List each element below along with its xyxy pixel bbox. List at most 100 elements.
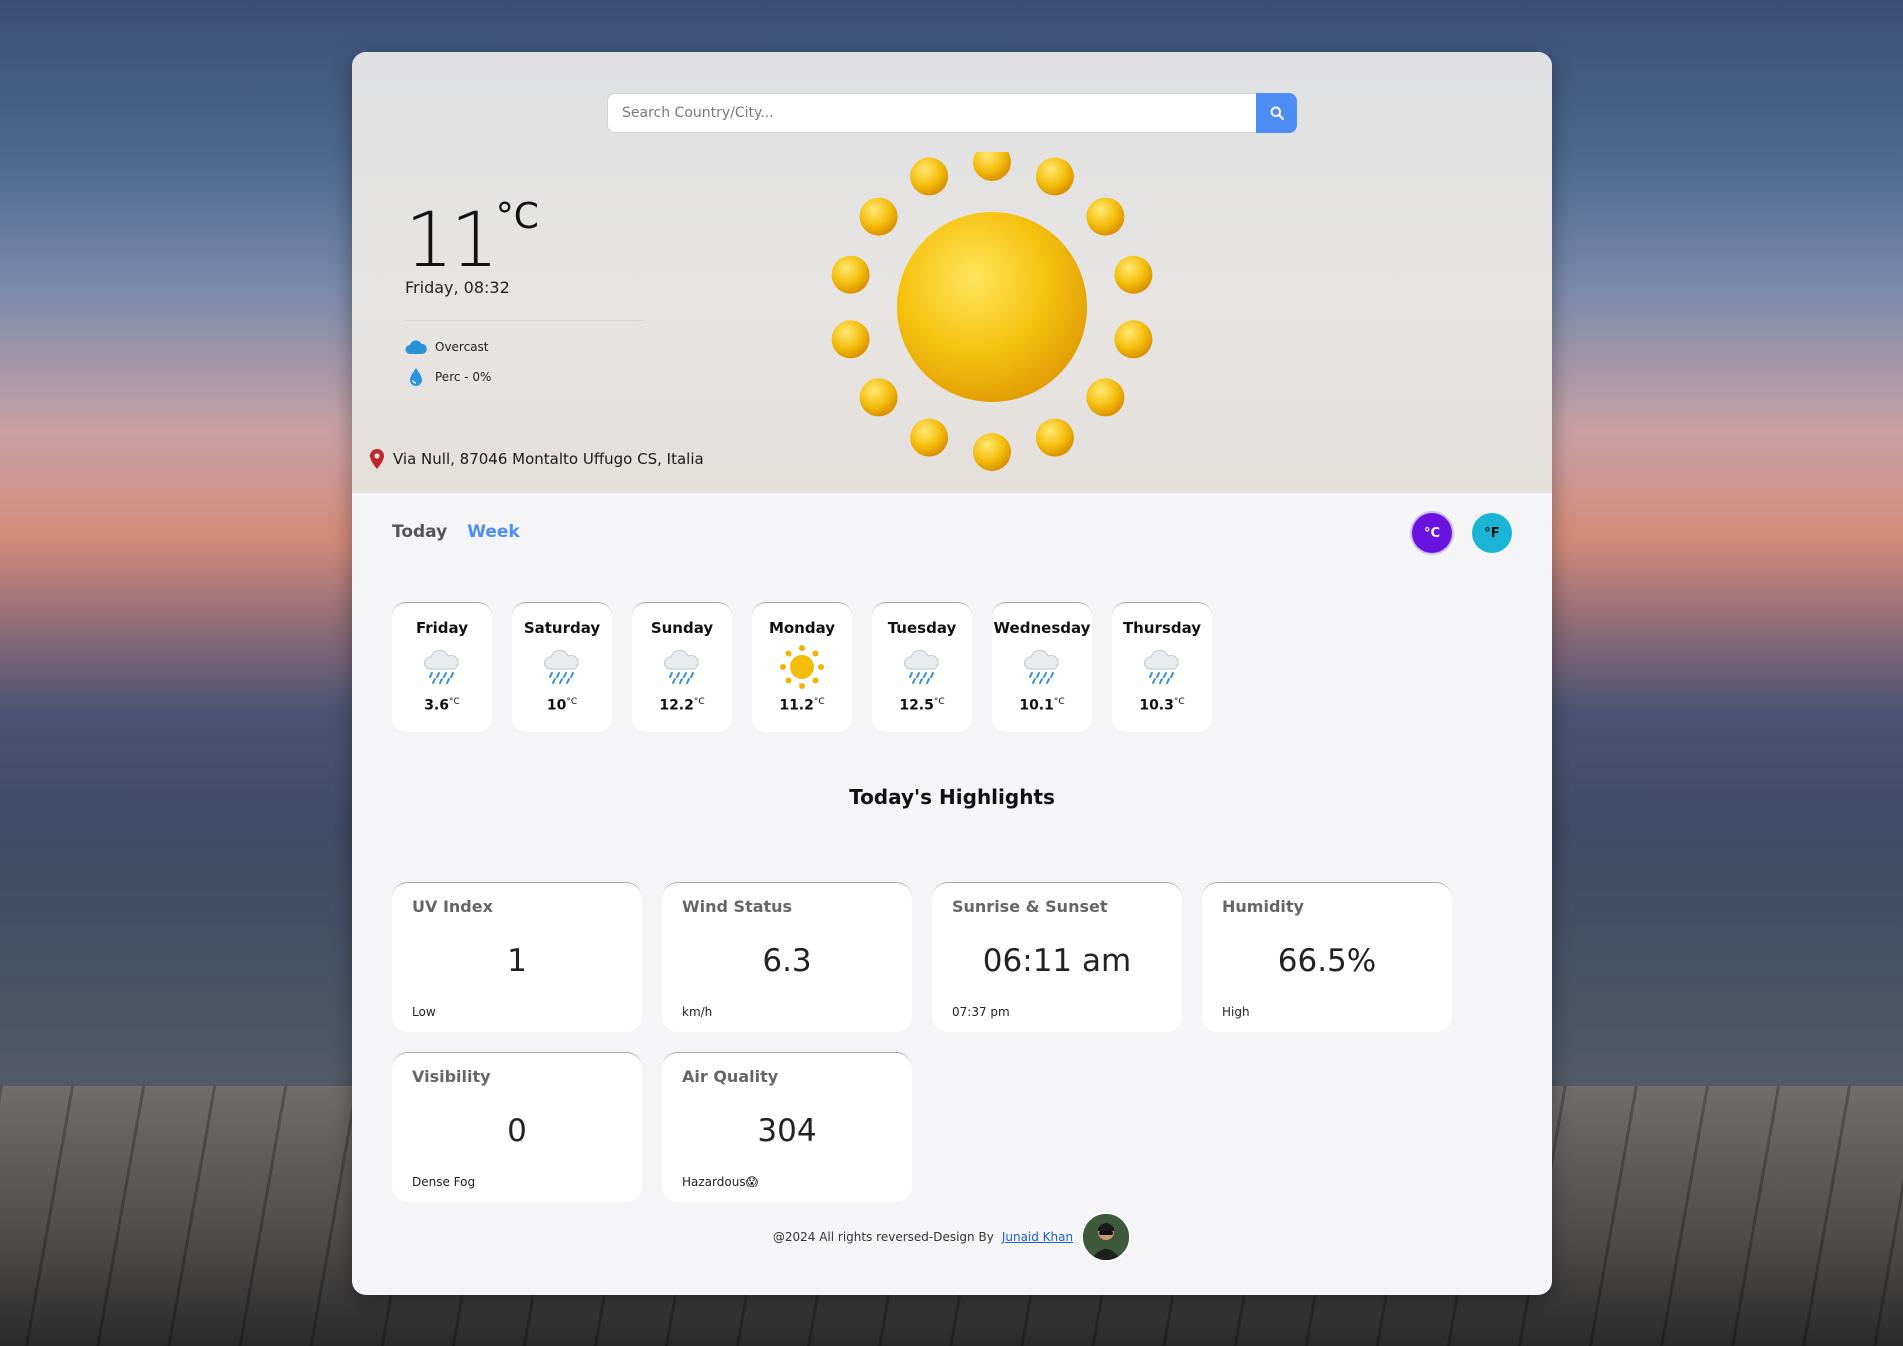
day-card-thursday: Thursday 10.3°C xyxy=(1112,602,1212,732)
wind-status-card: Wind Status 6.3 km/h xyxy=(662,882,912,1032)
card-value: 6.3 xyxy=(762,943,812,979)
day-name: Wednesday xyxy=(993,619,1091,637)
card-value: 0 xyxy=(507,1113,527,1149)
search-bar xyxy=(607,93,1297,133)
card-subtext: 07:37 pm xyxy=(952,1005,1010,1019)
highlights-title: Today's Highlights xyxy=(849,785,1055,809)
rain-cloud-icon xyxy=(420,647,464,687)
current-datetime: Friday, 08:32 xyxy=(405,278,510,297)
card-value: 304 xyxy=(757,1113,817,1149)
card-subtext: High xyxy=(1222,1005,1250,1019)
sun-ray-dot xyxy=(1086,197,1125,236)
view-tabs: Today Week xyxy=(392,522,520,542)
sun-ray-dot xyxy=(973,433,1011,471)
person-icon xyxy=(1083,1214,1130,1260)
day-temp: 10.1°C xyxy=(1019,697,1065,714)
rain-cloud-icon xyxy=(660,647,704,687)
precipitation-text: Perc - 0% xyxy=(435,370,492,384)
tab-week[interactable]: Week xyxy=(467,522,520,542)
day-temp: 10°C xyxy=(546,697,578,714)
card-subtext: Hazardous😱 xyxy=(682,1175,759,1189)
card-label: Sunrise & Sunset xyxy=(952,897,1108,916)
day-card-monday: Monday 11.2°C xyxy=(752,602,852,732)
card-label: UV Index xyxy=(412,897,493,916)
humidity-card: Humidity 66.5% High xyxy=(1202,882,1452,1032)
search-input[interactable] xyxy=(607,93,1256,133)
sun-ray-dot xyxy=(1035,157,1074,196)
avatar[interactable] xyxy=(1081,1212,1132,1262)
rain-cloud-icon xyxy=(1020,647,1064,687)
day-name: Monday xyxy=(768,619,836,637)
card-subtext: Low xyxy=(412,1005,436,1019)
day-name: Saturday xyxy=(523,619,601,637)
sun-ray-dot xyxy=(1086,378,1125,417)
rain-cloud-icon xyxy=(1140,647,1184,687)
day-name: Tuesday xyxy=(887,619,957,637)
card-label: Humidity xyxy=(1222,897,1304,916)
day-card-wednesday: Wednesday 10.1°C xyxy=(992,602,1092,732)
water-drop-icon xyxy=(410,368,422,386)
card-label: Air Quality xyxy=(682,1067,779,1086)
search-button[interactable] xyxy=(1256,93,1297,133)
sun-illustration xyxy=(831,152,1153,471)
card-subtext: Dense Fog xyxy=(412,1175,476,1189)
map-pin-icon xyxy=(370,449,384,469)
day-temp: 3.6°C xyxy=(424,697,460,714)
sun-ray-dot xyxy=(1035,418,1074,457)
day-name: Sunday xyxy=(650,619,714,637)
day-temp: 10.3°C xyxy=(1139,697,1185,714)
celsius-button[interactable]: °C xyxy=(1412,513,1452,553)
sun-ray-dot xyxy=(910,418,949,457)
fahrenheit-button[interactable]: °F xyxy=(1472,513,1512,553)
day-name: Thursday xyxy=(1122,619,1202,637)
sun-ray-dot xyxy=(1114,255,1153,294)
sun-ray-dot xyxy=(831,320,870,359)
air-quality-card: Air Quality 304 Hazardous😱 xyxy=(662,1052,912,1202)
day-card-saturday: Saturday 10°C xyxy=(512,602,612,732)
visibility-card: Visibility 0 Dense Fog xyxy=(392,1052,642,1202)
sun-ray-dot xyxy=(831,255,870,294)
search-icon xyxy=(1270,106,1284,120)
card-label: Visibility xyxy=(412,1067,491,1086)
footer: @2024 All rights reversed-Design By Juna… xyxy=(352,1212,1552,1262)
sun-ray-dot xyxy=(859,197,898,236)
condition-text: Overcast xyxy=(435,340,489,354)
card-value: 1 xyxy=(507,943,527,979)
sun-body xyxy=(897,212,1087,402)
sun-icon xyxy=(778,643,826,691)
day-name: Friday xyxy=(415,619,468,637)
sunrise-sunset-card: Sunrise & Sunset 06:11 am 07:37 pm xyxy=(932,882,1182,1032)
day-card-tuesday: Tuesday 12.5°C xyxy=(872,602,972,732)
week-forecast: Friday 3.6°C Saturday 10°C Sunday 12.2°C… xyxy=(392,602,1212,732)
tab-today[interactable]: Today xyxy=(392,522,447,542)
sun-ray-dot xyxy=(910,157,949,196)
condition-row: Overcast xyxy=(405,339,489,355)
card-value: 06:11 am xyxy=(982,943,1132,979)
divider xyxy=(405,320,645,321)
current-weather-panel: 11°C Friday, 08:32 Overcast Perc - 0% Vi… xyxy=(352,52,1552,493)
location-text: Via Null, 87046 Montalto Uffugo CS, Ital… xyxy=(393,450,704,468)
rain-cloud-icon xyxy=(900,647,944,687)
day-card-sunday: Sunday 12.2°C xyxy=(632,602,732,732)
uv-index-card: UV Index 1 Low xyxy=(392,882,642,1032)
sun-ray-dot xyxy=(973,152,1011,181)
temperature-unit: °C xyxy=(495,196,539,237)
current-temperature: 11°C xyxy=(405,195,539,284)
sun-ray-dot xyxy=(859,378,898,417)
weather-app-card: 11°C Friday, 08:32 Overcast Perc - 0% Vi… xyxy=(352,52,1552,1295)
location: Via Null, 87046 Montalto Uffugo CS, Ital… xyxy=(370,449,704,469)
cloud-icon xyxy=(405,340,427,354)
footer-text: @2024 All rights reversed-Design By xyxy=(772,1230,994,1244)
day-temp: 12.2°C xyxy=(659,697,705,714)
precipitation-row: Perc - 0% xyxy=(405,367,491,387)
author-link[interactable]: Junaid Khan xyxy=(1002,1230,1073,1244)
card-value: 66.5% xyxy=(1277,943,1377,979)
day-temp: 11.2°C xyxy=(779,697,825,714)
sun-ray-dot xyxy=(1114,320,1153,359)
day-temp: 12.5°C xyxy=(899,697,945,714)
day-card-friday: Friday 3.6°C xyxy=(392,602,492,732)
temperature-value: 11 xyxy=(405,195,499,284)
card-subtext: km/h xyxy=(682,1005,713,1019)
card-label: Wind Status xyxy=(682,897,793,916)
rain-cloud-icon xyxy=(540,647,584,687)
